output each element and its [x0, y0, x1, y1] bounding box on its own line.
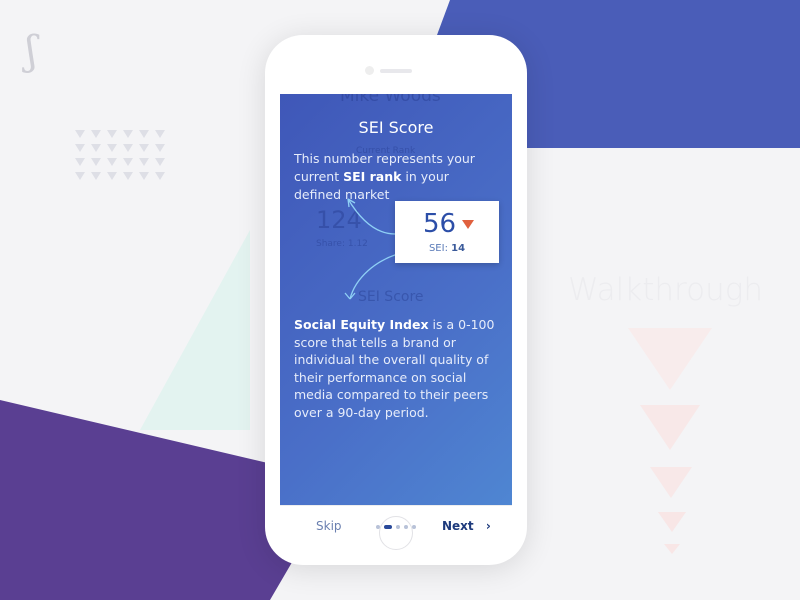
sei-score: SEI: 14 — [428, 243, 466, 254]
logo: ʃ — [26, 28, 37, 74]
sei-rank-card: 56 SEI: 14 — [395, 201, 499, 263]
skip-button[interactable]: Skip — [316, 519, 342, 533]
triangle-pattern — [75, 130, 171, 180]
chevron-right-icon: › — [485, 519, 491, 533]
description-text: Social Equity Index is a 0-100 score tha… — [294, 317, 495, 420]
trend-down-icon — [462, 220, 474, 229]
home-button[interactable] — [379, 516, 413, 550]
callout-arrows — [344, 198, 406, 300]
phone-frame: Mike Woods Current Rank 124 Share: 1.12 … — [265, 35, 527, 565]
rank-value: 56 — [423, 209, 457, 239]
speaker — [380, 69, 412, 73]
walkthrough-watermark: Walkthrough — [568, 272, 763, 308]
camera — [365, 66, 374, 75]
walkthrough-overlay: Mike Woods Current Rank 124 Share: 1.12 … — [280, 94, 512, 505]
next-button[interactable]: Next › — [442, 519, 491, 533]
